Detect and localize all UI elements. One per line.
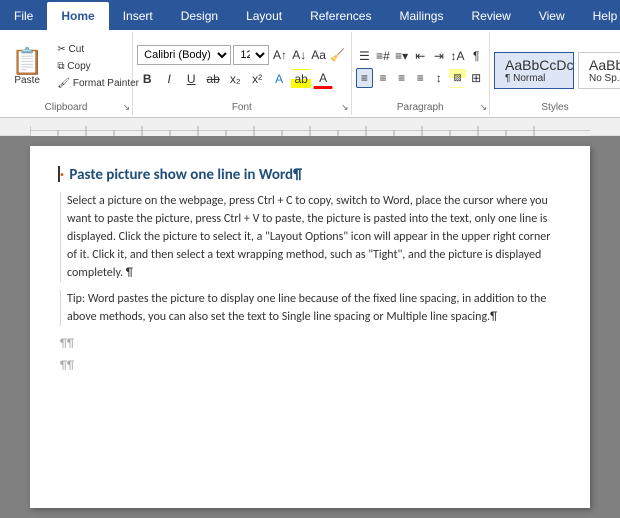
change-case-button[interactable]: Aa (310, 45, 327, 65)
bullets-button[interactable]: ☰ (356, 46, 374, 66)
clipboard-label: Clipboard (0, 102, 132, 113)
tab-file[interactable]: File (0, 2, 47, 30)
pilcrow-2: ¶¶ (60, 359, 74, 373)
document-paragraph2[interactable]: Tip: Word pastes the picture to display … (60, 290, 560, 326)
document-empty1[interactable]: ¶¶ (60, 334, 560, 356)
normal-style-label: ¶ Normal (505, 73, 545, 84)
paragraph2-text: Tip: Word pastes the picture to display … (67, 292, 546, 324)
para-row1: ☰ ≡# ≡▾ ⇤ ⇥ ↕A ¶ (356, 46, 486, 66)
multilevel-list-button[interactable]: ≡▾ (393, 46, 411, 66)
copy-button[interactable]: ⧉ Copy (52, 59, 144, 74)
tab-view[interactable]: View (525, 2, 579, 30)
decrease-font-button[interactable]: A↓ (291, 45, 308, 65)
document-page[interactable]: · Paste picture show one line in Word¶ S… (30, 146, 590, 508)
tab-insert[interactable]: Insert (109, 2, 167, 30)
increase-indent-button[interactable]: ⇥ (430, 46, 448, 66)
paste-label: Paste (14, 75, 40, 86)
ruler-svg (30, 118, 590, 136)
document-body: · Paste picture show one line in Word¶ S… (0, 136, 620, 518)
tab-references[interactable]: References (296, 2, 385, 30)
shading-button[interactable]: ▨ (449, 68, 467, 88)
superscript-button[interactable]: x² (247, 69, 267, 89)
paste-icon: 📋 (11, 48, 43, 74)
clear-formatting-button[interactable]: 🧹 (329, 45, 346, 65)
align-right-button[interactable]: ≡ (393, 68, 411, 88)
show-formatting-button[interactable]: ¶ (467, 46, 485, 66)
italic-button[interactable]: I (159, 69, 179, 89)
align-center-button[interactable]: ≡ (374, 68, 392, 88)
tab-mailings[interactable]: Mailings (385, 2, 457, 30)
pilcrow-1: ¶¶ (60, 337, 74, 351)
paragraph-expand-icon[interactable]: ↘ (479, 102, 487, 113)
styles-group: AaBbCcDc ¶ Normal AaBbC No Sp... ▲ ▼ ▾ S… (490, 32, 620, 115)
no-spacing-style-text: AaBbC (589, 57, 620, 73)
heading-text: Paste picture show one line in Word¶ (69, 166, 302, 184)
font-label: Font (133, 102, 350, 113)
tab-layout[interactable]: Layout (232, 2, 296, 30)
document-empty2[interactable]: ¶¶ (60, 356, 560, 378)
font-size-select[interactable]: 12 (233, 45, 269, 65)
decrease-indent-button[interactable]: ⇤ (411, 46, 429, 66)
borders-button[interactable]: ⊞ (467, 68, 485, 88)
styles-label: Styles (490, 102, 620, 113)
tab-review[interactable]: Review (457, 2, 524, 30)
underline-button[interactable]: U (181, 69, 201, 89)
tab-home[interactable]: Home (47, 2, 108, 30)
ribbon-tabs: File Home Insert Design Layout Reference… (0, 0, 620, 30)
font-row1: Calibri (Body) 12 A↑ A↓ Aa 🧹 (137, 45, 346, 65)
sort-button[interactable]: ↕A (449, 46, 467, 66)
font-expand-icon[interactable]: ↘ (341, 102, 349, 113)
normal-style-text: AaBbCcDc (505, 57, 573, 73)
document-paragraph1[interactable]: Select a picture on the webpage, press C… (60, 192, 560, 282)
numbering-button[interactable]: ≡# (374, 46, 392, 66)
normal-style-option[interactable]: AaBbCcDc ¶ Normal (494, 52, 574, 89)
cut-button[interactable]: ✂ Cut (52, 42, 144, 57)
font-group: Calibri (Body) 12 A↑ A↓ Aa 🧹 B I U ab x₂… (133, 32, 351, 115)
line-spacing-button[interactable]: ↕ (430, 68, 448, 88)
cursor (58, 166, 60, 182)
no-spacing-style-label: No Sp... (589, 73, 620, 84)
document-heading[interactable]: · Paste picture show one line in Word¶ (60, 166, 560, 184)
paste-button[interactable]: 📋 Paste (4, 43, 50, 91)
para-row2: ≡ ≡ ≡ ≡ ↕ ▨ ⊞ (356, 68, 486, 88)
text-highlight-button[interactable]: ab (291, 69, 311, 89)
ribbon-bar: 📋 Paste ✂ Cut ⧉ Copy 🖌 Format Painter Cl… (0, 30, 620, 118)
format-painter-button[interactable]: 🖌 Format Painter (52, 76, 144, 91)
align-left-button[interactable]: ≡ (356, 68, 374, 88)
paragraph-label: Paragraph (352, 102, 490, 113)
tab-help[interactable]: Help (579, 2, 620, 30)
ruler (0, 118, 620, 136)
paragraph-group: ☰ ≡# ≡▾ ⇤ ⇥ ↕A ¶ ≡ ≡ ≡ ≡ ↕ ▨ ⊞ Paragraph… (352, 32, 491, 115)
tab-design[interactable]: Design (167, 2, 232, 30)
clipboard-expand-icon[interactable]: ↘ (123, 102, 131, 113)
font-family-select[interactable]: Calibri (Body) (137, 45, 231, 65)
clipboard-group: 📋 Paste ✂ Cut ⧉ Copy 🖌 Format Painter Cl… (0, 32, 133, 115)
strikethrough-button[interactable]: ab (203, 69, 223, 89)
no-spacing-style-option[interactable]: AaBbC No Sp... (578, 52, 620, 89)
clipboard-small-buttons: ✂ Cut ⧉ Copy 🖌 Format Painter (52, 42, 144, 91)
font-row2: B I U ab x₂ x² A ab A (137, 69, 346, 89)
text-effects-button[interactable]: A (269, 69, 289, 89)
increase-font-button[interactable]: A↑ (271, 45, 288, 65)
bold-button[interactable]: B (137, 69, 157, 89)
font-color-button[interactable]: A (313, 69, 333, 89)
paragraph1-text: Select a picture on the webpage, press C… (67, 194, 550, 280)
cursor-dot: · (60, 166, 64, 184)
justify-button[interactable]: ≡ (411, 68, 429, 88)
subscript-button[interactable]: x₂ (225, 69, 245, 89)
